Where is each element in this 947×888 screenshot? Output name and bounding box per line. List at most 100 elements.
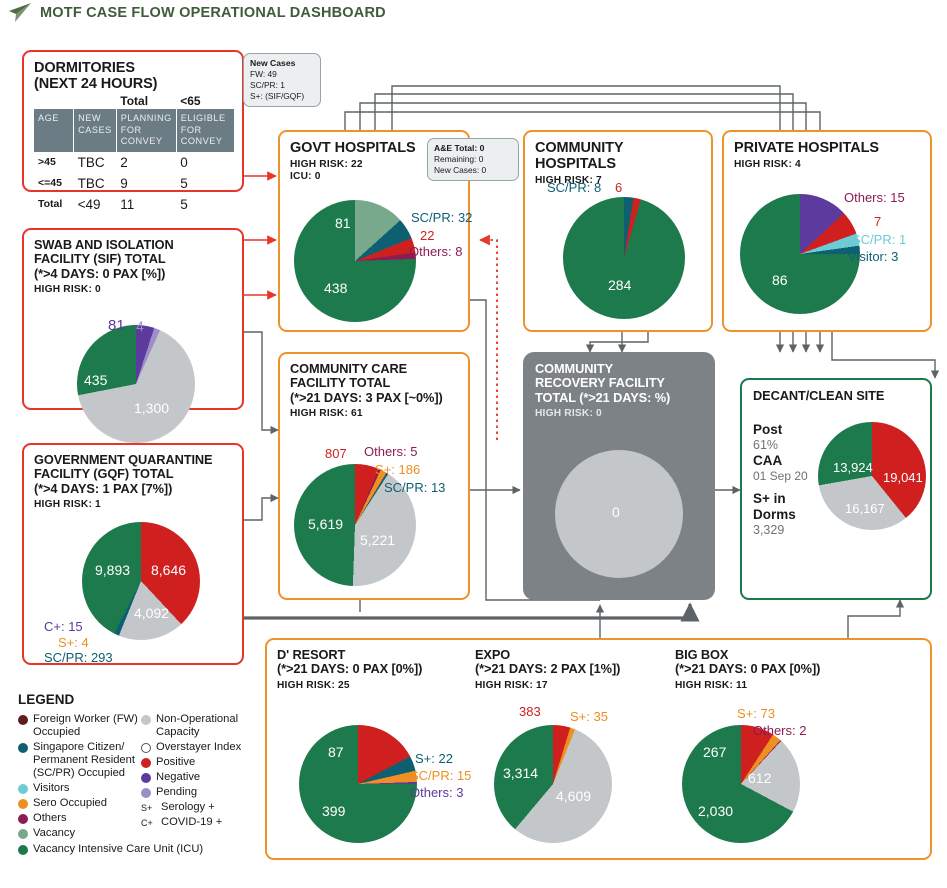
expo-annotation-positive: 383 <box>519 704 541 719</box>
table-row: >45 TBC 2 0 <box>34 152 234 173</box>
gqf-label-vacancy-icu: 9,893 <box>95 562 131 578</box>
row-age: >45 <box>38 156 56 169</box>
table-row: <=45 TBC 9 5 <box>34 173 234 194</box>
sif-high-risk: HIGH RISK: 0 <box>34 283 101 295</box>
legend-dot-others <box>18 813 28 824</box>
sif-title-line3: (*>4 DAYS: 0 PAX [%]) <box>34 265 166 281</box>
col-age: AGE <box>34 109 75 152</box>
community-hospitals-annotation-positive: 6 <box>615 180 623 195</box>
d-resort-annotation-others: Others: 3 <box>410 785 464 800</box>
facilities-card: D' RESORT (*>21 DAYS: 0 PAX [0%]) HIGH R… <box>265 638 932 860</box>
legend-symbol-covid: C+ <box>141 817 153 828</box>
facility-d-resort: D' RESORT (*>21 DAYS: 0 PAX [0%]) HIGH R… <box>277 647 482 691</box>
d-resort-title-line2: (*>21 DAYS: 0 PAX [0%]) <box>277 661 423 677</box>
new-cases-fw: FW: 49 <box>250 69 277 80</box>
dormitories-title-line1: DORMITORIES <box>34 60 135 76</box>
community-hospitals-label-vacancy-icu: 284 <box>608 277 632 293</box>
legend-label: Vacancy <box>33 826 76 839</box>
legend-item: Negative <box>141 771 263 784</box>
community-care-annotation-serology: S+: 186 <box>375 462 421 477</box>
facility-expo: EXPO (*>21 DAYS: 2 PAX [1%]) HIGH RISK: … <box>475 647 680 691</box>
legend-label: Serology + <box>161 800 215 813</box>
big-box-pie-chart <box>682 725 800 843</box>
legend-column-right: Non-Operational Capacity Overstayer Inde… <box>141 713 263 842</box>
row-new-cases: TBC <box>77 175 105 191</box>
decant-label-non-operational: 16,167 <box>845 501 885 516</box>
gqf-annotation-covid-positive: C+: 15 <box>44 619 83 634</box>
community-recovery-title-line3: TOTAL (*>21 DAYS: %) <box>535 389 671 405</box>
community-care-annotation-others: Others: 5 <box>364 444 418 459</box>
legend-label: Overstayer Index <box>156 740 242 753</box>
ae-remaining: Remaining: 0 <box>434 154 484 165</box>
d-resort-label-positive: 87 <box>328 744 344 760</box>
community-hospitals-title: COMMUNITY HOSPITALS <box>535 140 624 173</box>
new-cases-title: New Cases <box>250 58 296 68</box>
legend-item: Foreign Worker (FW) Occupied <box>18 713 141 739</box>
legend-symbol-serology: S+ <box>141 802 153 813</box>
community-recovery-card: COMMUNITY RECOVERY FACILITY TOTAL (*>21 … <box>523 352 715 600</box>
big-box-label-vacancy-icu: 2,030 <box>698 803 734 819</box>
community-care-title-line1: COMMUNITY CARE <box>290 361 408 376</box>
row-planning: 11 <box>120 196 135 212</box>
col-planning-convey: PLANNING FOR CONVEY <box>116 109 177 152</box>
decant-stat-label-post: Post <box>753 422 783 437</box>
legend-dot-negative <box>141 772 151 783</box>
legend-label: Positive <box>156 755 196 768</box>
gqf-label-non-operational: 4,092 <box>134 605 170 621</box>
legend-item: Vacancy <box>18 827 141 840</box>
legend-label: Foreign Worker (FW) Occupied <box>33 713 138 738</box>
private-hospitals-label-vacancy-icu: 86 <box>772 272 788 288</box>
legend-label: Singapore Citizen/ Permanent Resident (S… <box>33 740 135 779</box>
community-care-annotation-scpr: SC/PR: 13 <box>384 480 446 495</box>
sif-label-non-operational: 1,300 <box>134 400 170 416</box>
private-hospitals-annotation-positive: 7 <box>874 214 882 229</box>
span-header-under65: <65 <box>180 94 201 109</box>
span-header-total: Total <box>120 94 149 109</box>
expo-annotation-serology: S+: 35 <box>570 709 608 724</box>
d-resort-high-risk: HIGH RISK: 25 <box>277 679 350 691</box>
private-hospitals-card: PRIVATE HOSPITALS HIGH RISK: 4 86 Others… <box>722 130 932 332</box>
decant-card: DECANT/CLEAN SITE Post 61% CAA 01 Sep 20… <box>740 378 932 600</box>
big-box-annotation-others: Others: 2 <box>753 723 807 738</box>
gqf-pie-chart <box>82 522 200 640</box>
community-care-label-vacancy-icu: 5,619 <box>308 516 344 532</box>
sif-title-line2: FACILITY (SIF) TOTAL <box>34 251 166 267</box>
community-care-title-line3: (*>21 DAYS: 3 PAX [~0%]) <box>290 389 443 405</box>
govt-hospitals-label-vacancy-icu: 438 <box>324 280 348 296</box>
legend-dot-fw-occupied <box>18 715 28 725</box>
legend-item: Singapore Citizen/ Permanent Resident (S… <box>18 741 141 780</box>
d-resort-annotation-scpr: SC/PR: 15 <box>410 768 472 783</box>
big-box-high-risk: HIGH RISK: 11 <box>675 679 748 691</box>
facility-big-box: BIG BOX (*>21 DAYS: 0 PAX [0%]) HIGH RIS… <box>675 647 885 691</box>
row-age: Total <box>38 198 63 211</box>
legend-item: Pending <box>141 786 263 799</box>
row-eligible: 5 <box>180 196 188 212</box>
community-hospitals-annotation-scpr: SC/PR: 8 <box>547 180 602 195</box>
govt-hospitals-label-vacancy: 81 <box>335 215 351 231</box>
decant-title: DECANT/CLEAN SITE <box>753 388 885 403</box>
expo-high-risk: HIGH RISK: 17 <box>475 679 548 691</box>
govt-hospitals-pie-chart <box>294 200 416 322</box>
expo-title-line2: (*>21 DAYS: 2 PAX [1%]) <box>475 661 621 677</box>
paper-plane-icon <box>9 3 31 22</box>
gqf-title-line3: (*>4 DAYS: 1 PAX [7%]) <box>34 480 173 496</box>
legend-item: Non-Operational Capacity <box>141 713 263 739</box>
dashboard-header: MOTF CASE FLOW OPERATIONAL DASHBOARD <box>0 0 947 26</box>
legend-dot-non-operational <box>141 715 151 725</box>
dormitories-title-line2: (NEXT 24 HOURS) <box>34 76 158 93</box>
legend-label: COVID-19 + <box>161 815 223 828</box>
gqf-annotation-serology-positive: S+: 4 <box>58 635 89 650</box>
private-hospitals-high-risk: HIGH RISK: 4 <box>734 159 801 171</box>
community-recovery-high-risk: HIGH RISK: 0 <box>535 407 602 419</box>
decant-stat-value-splus-dorms: 3,329 <box>753 522 785 537</box>
d-resort-annotation-serology: S+: 22 <box>415 751 453 766</box>
legend-item: Visitors <box>18 782 141 795</box>
gqf-annotation-scpr: SC/PR: 293 <box>44 650 113 665</box>
sif-label-pending: 4 <box>136 318 144 334</box>
new-cases-callout: New Cases FW: 49 SC/PR: 1 S+: (SIF/GQF) <box>243 53 321 107</box>
legend-label: Non-Operational Capacity <box>156 713 239 738</box>
legend-label: Vacancy Intensive Care Unit (ICU) <box>33 842 204 855</box>
big-box-title-line2: (*>21 DAYS: 0 PAX [0%]) <box>675 661 821 677</box>
decant-stat-value-post: 61% <box>753 437 779 452</box>
decant-stat-value-caa: 01 Sep 20 <box>753 468 808 483</box>
